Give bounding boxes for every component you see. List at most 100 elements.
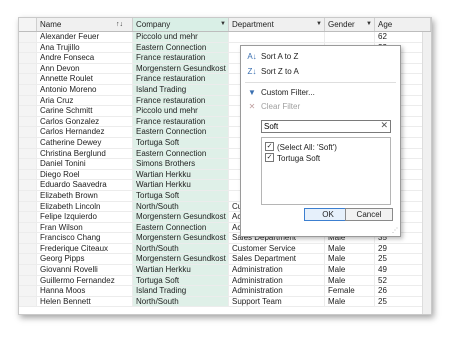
company-cell[interactable]: Morgenstern Gesundkost (133, 212, 229, 222)
name-cell[interactable]: Carine Schmitt (37, 106, 133, 116)
cancel-button[interactable]: Cancel (345, 208, 393, 221)
name-cell[interactable]: Fran Wilson (37, 222, 133, 233)
row-header[interactable] (19, 42, 37, 53)
gender-cell[interactable]: Male (325, 296, 375, 307)
table-row[interactable]: Frederique Citeaux North/South Customer Se… (19, 243, 431, 255)
company-cell[interactable]: France restauration (133, 95, 229, 106)
company-cell[interactable]: Eastern Connection (133, 42, 229, 53)
row-header[interactable] (19, 265, 37, 275)
department-cell[interactable]: Administration (229, 265, 325, 275)
row-header[interactable] (19, 222, 37, 233)
column-header-name[interactable]: Name ↑↓ (37, 18, 133, 31)
resize-grip-icon[interactable]: ⋰ (392, 227, 398, 234)
department-cell[interactable]: Administration (229, 275, 325, 286)
name-cell[interactable]: Eduardo Saavedra (37, 180, 133, 190)
row-header[interactable] (19, 190, 37, 201)
company-cell[interactable]: Tortuga Soft (133, 275, 229, 286)
company-cell[interactable]: Island Trading (133, 286, 229, 296)
company-cell[interactable]: Morgenstern Gesundkost (133, 233, 229, 243)
department-cell[interactable] (229, 32, 325, 42)
company-cell[interactable]: Tortuga Soft (133, 190, 229, 201)
row-header[interactable] (19, 84, 37, 95)
department-cell[interactable]: Sales Department (229, 254, 325, 265)
row-header[interactable] (19, 243, 37, 254)
company-cell[interactable]: Piccolo und mehr (133, 32, 229, 42)
company-cell[interactable]: North/South (133, 296, 229, 307)
row-header[interactable] (19, 169, 37, 180)
company-cell[interactable]: Eastern Connection (133, 127, 229, 137)
sort-icon[interactable]: ↑↓ (116, 18, 123, 31)
company-cell[interactable]: Eastern Connection (133, 222, 229, 233)
company-cell[interactable]: Wartian Herkku (133, 169, 229, 180)
table-row[interactable]: Guillermo Fernandez Tortuga Soft Administr… (19, 275, 431, 287)
row-header[interactable] (19, 212, 37, 222)
company-cell[interactable]: Wartian Herkku (133, 265, 229, 275)
company-cell[interactable]: France restauration (133, 74, 229, 84)
custom-filter-menu-item[interactable]: ▼ Custom Filter... (241, 86, 400, 100)
gender-cell[interactable] (325, 32, 375, 42)
name-cell[interactable]: Ann Devon (37, 63, 133, 74)
table-row[interactable]: Helen Bennett North/South Support Team Male… (19, 296, 431, 308)
company-cell[interactable]: Eastern Connection (133, 148, 229, 159)
name-cell[interactable]: Felipe Izquierdo (37, 212, 133, 222)
name-cell[interactable]: Daniel Tonini (37, 159, 133, 169)
name-cell[interactable]: Alexander Feuer (37, 32, 133, 42)
filter-dropdown-icon[interactable]: ▼ (366, 18, 372, 31)
company-cell[interactable]: Wartian Herkku (133, 180, 229, 190)
row-header[interactable] (19, 296, 37, 307)
row-header[interactable] (19, 254, 37, 265)
company-cell[interactable]: Morgenstern Gesundkost (133, 63, 229, 74)
name-cell[interactable]: Ana Trujillo (37, 42, 133, 53)
gender-cell[interactable]: Male (325, 265, 375, 275)
company-cell[interactable]: Piccolo und mehr (133, 106, 229, 116)
row-header[interactable] (19, 201, 37, 212)
column-header-company[interactable]: Company ▼ (133, 18, 229, 31)
gender-cell[interactable]: Female (325, 286, 375, 296)
gender-cell[interactable]: Male (325, 254, 375, 265)
filter-search-input[interactable] (262, 121, 376, 132)
filter-search-box[interactable]: ✕ (261, 120, 391, 133)
row-header[interactable] (19, 233, 37, 243)
row-header[interactable] (19, 137, 37, 148)
name-cell[interactable]: Carlos Gonzalez (37, 116, 133, 127)
name-cell[interactable]: Georg Pipps (37, 254, 133, 265)
row-header[interactable] (19, 180, 37, 190)
row-header[interactable] (19, 53, 37, 63)
row-header[interactable] (19, 116, 37, 127)
row-header[interactable] (19, 286, 37, 296)
column-header-gender[interactable]: Gender ▼ (325, 18, 375, 31)
select-all-item[interactable]: ✓ (Select All: 'Soft') (265, 142, 337, 153)
filter-dropdown-icon[interactable]: ▼ (316, 18, 322, 31)
name-cell[interactable]: Guillermo Fernandez (37, 275, 133, 286)
column-header-age[interactable]: Age (375, 18, 431, 31)
name-cell[interactable]: Aria Cruz (37, 95, 133, 106)
name-cell[interactable]: Francisco Chang (37, 233, 133, 243)
name-cell[interactable]: Frederique Citeaux (37, 243, 133, 254)
department-cell[interactable]: Administration (229, 286, 325, 296)
clear-search-icon[interactable]: ✕ (380, 120, 388, 131)
row-header[interactable] (19, 148, 37, 159)
row-header[interactable] (19, 106, 37, 116)
filter-dropdown-icon[interactable]: ▼ (220, 18, 226, 31)
company-cell[interactable]: Morgenstern Gesundkost (133, 254, 229, 265)
name-cell[interactable]: Catherine Dewey (37, 137, 133, 148)
name-cell[interactable]: Giovanni Rovelli (37, 265, 133, 275)
gender-cell[interactable]: Male (325, 275, 375, 286)
table-row[interactable]: Giovanni Rovelli Wartian Herkku Administra… (19, 265, 431, 276)
company-cell[interactable]: France restauration (133, 53, 229, 63)
table-row[interactable]: Hanna Moos Island Trading Administration Fe… (19, 286, 431, 297)
name-cell[interactable]: Elizabeth Lincoln (37, 201, 133, 212)
name-cell[interactable]: Diego Roel (37, 169, 133, 180)
name-cell[interactable]: Antonio Moreno (37, 84, 133, 95)
department-cell[interactable]: Support Team (229, 296, 325, 307)
sort-asc-menu-item[interactable]: A↓ Sort A to Z (241, 50, 400, 64)
row-header[interactable] (19, 32, 37, 42)
checkbox-icon[interactable]: ✓ (265, 153, 274, 163)
company-cell[interactable]: North/South (133, 243, 229, 254)
sort-desc-menu-item[interactable]: Z↓ Sort Z to A (241, 65, 400, 79)
row-header[interactable] (19, 159, 37, 169)
table-row[interactable]: Georg Pipps Morgenstern Gesundkost Sales D… (19, 254, 431, 266)
table-row[interactable]: Alexander Feuer Piccolo und mehr 62 (19, 32, 431, 43)
name-cell[interactable]: Hanna Moos (37, 286, 133, 296)
name-cell[interactable]: Carlos Hernandez (37, 127, 133, 137)
